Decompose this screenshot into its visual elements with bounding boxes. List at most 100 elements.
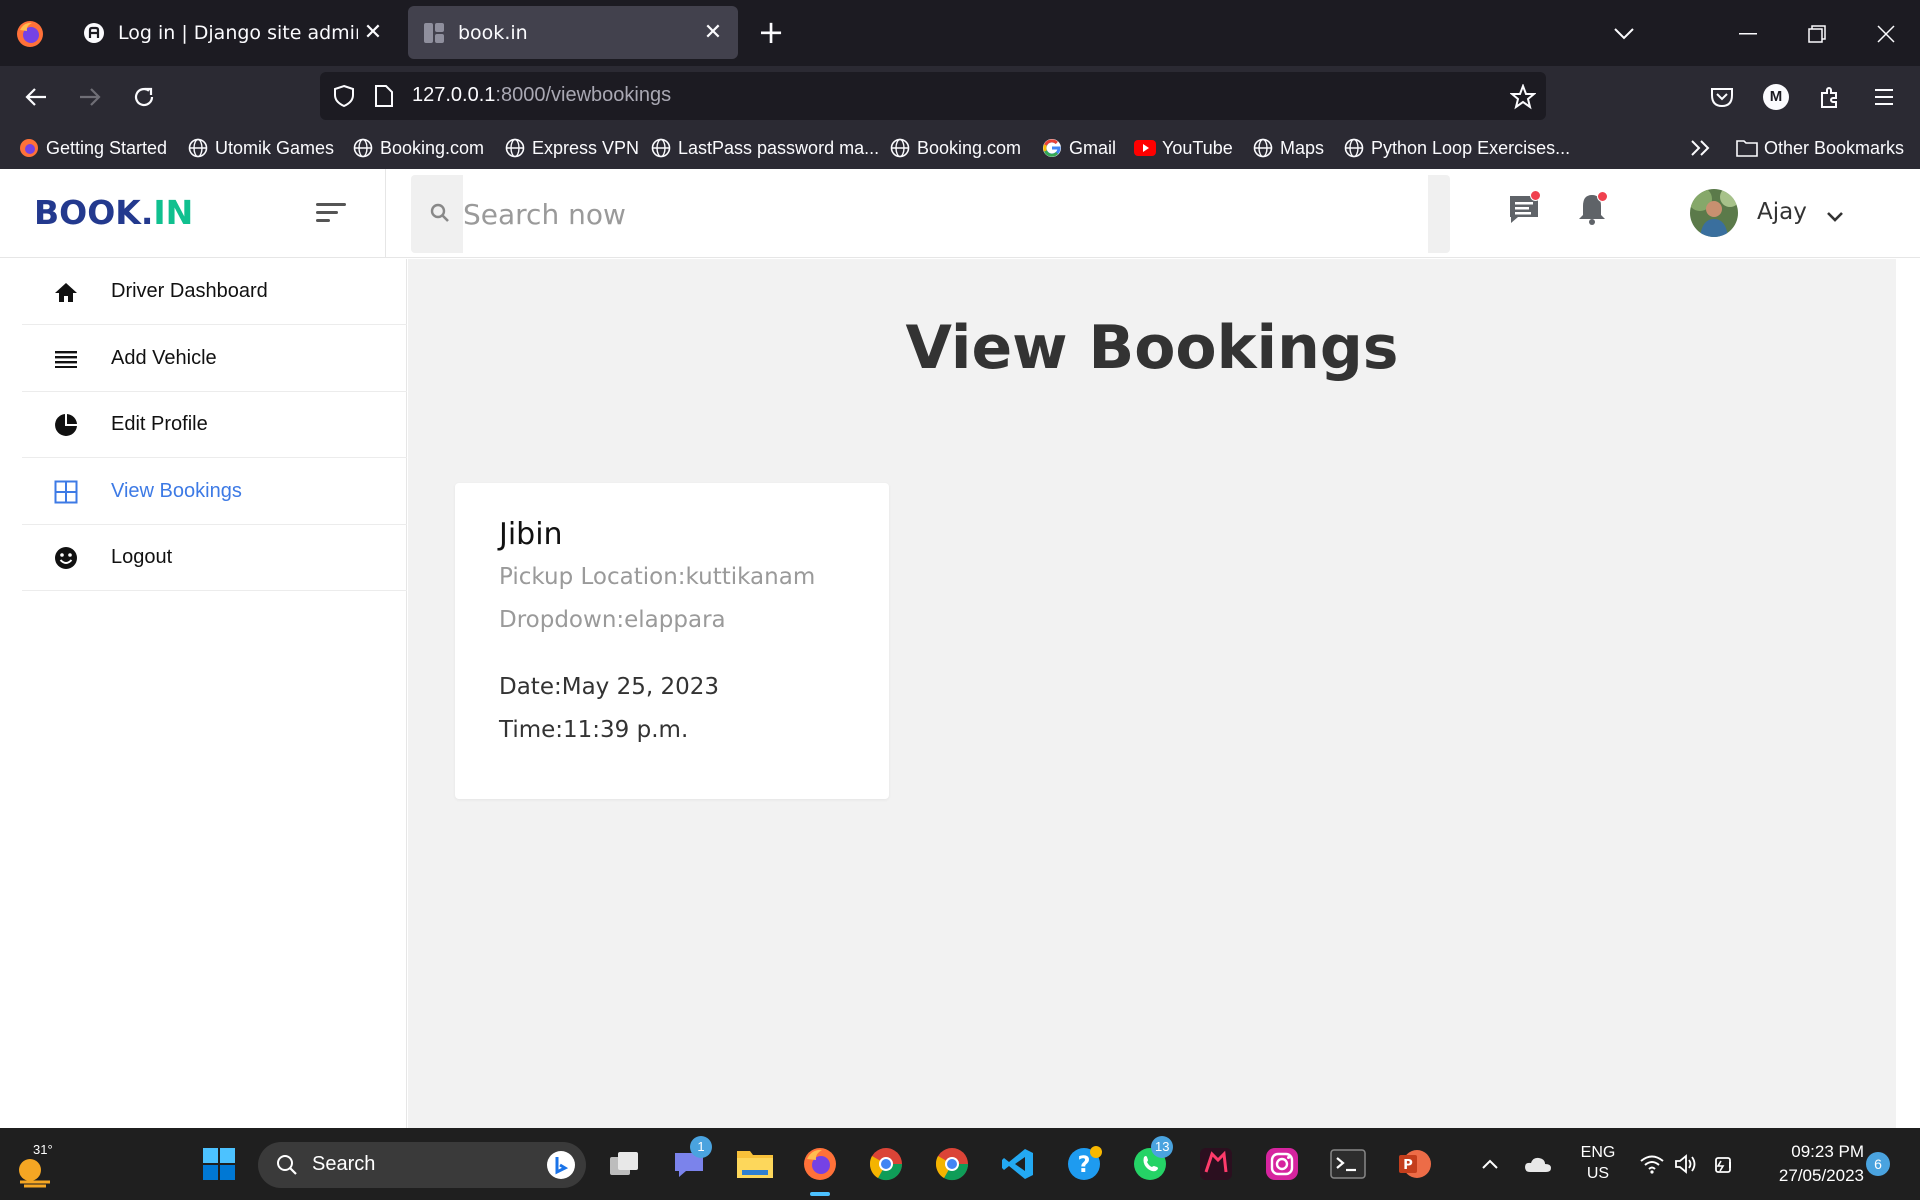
bookmark-label: Booking.com (917, 137, 1022, 158)
clock-date: 27/05/2023 (1778, 1166, 1864, 1185)
search-input[interactable] (463, 189, 1363, 239)
pocket-icon[interactable] (1704, 79, 1740, 115)
start-windows-icon[interactable] (197, 1142, 241, 1186)
booking-date: Date:May 25, 2023 (499, 674, 720, 700)
svg-text:?: ? (1078, 1153, 1091, 1178)
close-window-icon[interactable] (1866, 14, 1906, 54)
clock-time: 09:23 PM (1791, 1142, 1864, 1161)
folder-icon (1736, 137, 1758, 159)
show-hidden-icons-chevron-icon[interactable] (1468, 1142, 1512, 1186)
minimize-window-icon[interactable] (1728, 14, 1768, 54)
sidebar-item-logout[interactable]: Logout (22, 525, 407, 591)
bookmark-item[interactable]: Python Loop Exercises... (1343, 134, 1570, 162)
bookmark-item[interactable]: Getting Started (18, 134, 167, 162)
bookmarks-overflow-chevron-icon[interactable] (1690, 134, 1712, 162)
scrollbar-track[interactable] (1896, 259, 1920, 1128)
sidebar-toggle-icon[interactable] (316, 201, 346, 225)
globe-icon (187, 137, 209, 159)
logo-text-book: BOOK. (34, 193, 154, 232)
windows-taskbar: Search 1 ? 13 P ENG US 09:23 PM 27/05/20… (0, 1128, 1920, 1200)
bookmark-item[interactable]: Booking.com (889, 134, 1021, 162)
url-text[interactable]: 127.0.0.1:8000/viewbookings (412, 84, 671, 107)
extensions-puzzle-icon[interactable] (1812, 79, 1848, 115)
bookmark-item[interactable]: Booking.com (352, 134, 484, 162)
tracking-protection-shield-icon[interactable] (332, 84, 356, 108)
page-info-icon[interactable] (374, 84, 394, 108)
account-avatar[interactable]: M (1758, 79, 1794, 115)
globe-icon (1343, 137, 1365, 159)
help-icon[interactable]: ? (1062, 1142, 1106, 1186)
url-host: 127.0.0.1 (412, 84, 496, 106)
sidebar-item-view-bookings[interactable]: View Bookings (22, 459, 407, 525)
tab-book-in[interactable]: book.in ✕ (408, 6, 738, 59)
globe-icon (1252, 137, 1274, 159)
powerpoint-icon[interactable]: P (1392, 1142, 1436, 1186)
bookmark-label: Maps (1280, 137, 1325, 158)
bookmark-item[interactable]: Gmail (1041, 134, 1116, 162)
page-favicon-icon (422, 21, 446, 45)
chrome-profile-2-icon[interactable] (930, 1142, 974, 1186)
bookmark-item[interactable]: YouTube (1134, 134, 1233, 162)
firefox-taskbar-icon[interactable] (798, 1142, 842, 1186)
booking-pickup-location: Pickup Location:kuttikanam (499, 564, 816, 590)
other-bookmarks-folder[interactable]: Other Bookmarks (1736, 134, 1904, 162)
vscode-icon[interactable] (996, 1142, 1040, 1186)
system-clock[interactable]: 09:23 PM 27/05/2023 (1740, 1140, 1864, 1188)
bookmark-item[interactable]: Utomik Games (187, 134, 334, 162)
list-all-tabs-icon[interactable] (1604, 14, 1644, 54)
back-arrow-icon[interactable] (18, 79, 54, 115)
svg-text:P: P (1403, 1158, 1413, 1173)
sidebar-item-label: Edit Profile (111, 413, 208, 435)
sidebar-item-label: Logout (111, 546, 173, 568)
restore-window-icon[interactable] (1797, 14, 1837, 54)
bookmark-label: Getting Started (46, 137, 168, 158)
sidebar-item-add-vehicle[interactable]: Add Vehicle (22, 326, 407, 392)
sidebar-item-driver-dashboard[interactable]: Driver Dashboard (22, 259, 407, 325)
bookmark-star-icon[interactable] (1510, 84, 1536, 110)
tab-django-admin[interactable]: Log in | Django site admin ✕ (68, 6, 398, 59)
keyboard-layout-code: US (1586, 1165, 1610, 1182)
bookmark-label: Booking.com (380, 137, 485, 158)
notifications-button[interactable] (1574, 191, 1614, 231)
page-viewport: BOOK.IN Search now Ajay Driver Dashboard… (0, 169, 1920, 1128)
search-box[interactable] (411, 175, 1450, 253)
chevron-down-icon[interactable] (1824, 205, 1846, 227)
reload-icon[interactable] (126, 79, 162, 115)
bookmark-item[interactable]: LastPass password ma... (650, 134, 879, 162)
sidebar-item-edit-profile[interactable]: Edit Profile (22, 392, 407, 458)
booking-time: Time:11:39 p.m. (499, 717, 689, 743)
booking-card: Jibin Pickup Location:kuttikanam Dropdow… (455, 483, 889, 799)
bing-chat-icon[interactable] (546, 1150, 576, 1180)
close-tab-icon[interactable]: ✕ (698, 18, 728, 48)
bookmark-item[interactable]: Express VPN (504, 134, 639, 162)
user-name[interactable]: Ajay (1757, 199, 1807, 225)
new-tab-button[interactable]: + (755, 16, 787, 49)
notification-center-badge[interactable]: 6 (1866, 1152, 1890, 1176)
onedrive-cloud-icon[interactable] (1516, 1142, 1560, 1186)
forward-arrow-icon[interactable] (72, 79, 108, 115)
tab-title: book.in (458, 21, 528, 44)
terminal-icon[interactable] (1326, 1142, 1370, 1186)
smiley-icon (51, 543, 81, 573)
instagram-icon[interactable] (1260, 1142, 1304, 1186)
bookmark-label: LastPass password ma... (678, 137, 880, 158)
app-menu-hamburger-icon[interactable] (1866, 79, 1902, 115)
page-title: View Bookings (905, 313, 1399, 383)
bookmark-label: Other Bookmarks (1764, 137, 1905, 158)
brand-logo[interactable]: BOOK.IN (34, 193, 193, 232)
messages-button[interactable] (1506, 190, 1546, 231)
booking-dropdown-location: Dropdown:elappara (499, 607, 726, 633)
booking-customer-name: Jibin (499, 517, 563, 552)
address-bar[interactable]: 127.0.0.1:8000/viewbookings (320, 72, 1546, 120)
media-player-icon[interactable] (1194, 1142, 1238, 1186)
chrome-profile-1-icon[interactable] (864, 1142, 908, 1186)
file-explorer-icon[interactable] (733, 1142, 777, 1186)
firefox-menu-icon[interactable] (14, 18, 46, 50)
close-tab-icon[interactable]: ✕ (358, 18, 388, 48)
teams-badge: 1 (690, 1136, 712, 1158)
task-view-icon[interactable] (602, 1142, 646, 1186)
taskbar-search-box[interactable]: Search (258, 1142, 586, 1188)
input-language-indicator[interactable]: ENG US (1578, 1142, 1618, 1184)
bookmark-item[interactable]: Maps (1252, 134, 1324, 162)
user-avatar[interactable] (1690, 189, 1738, 237)
